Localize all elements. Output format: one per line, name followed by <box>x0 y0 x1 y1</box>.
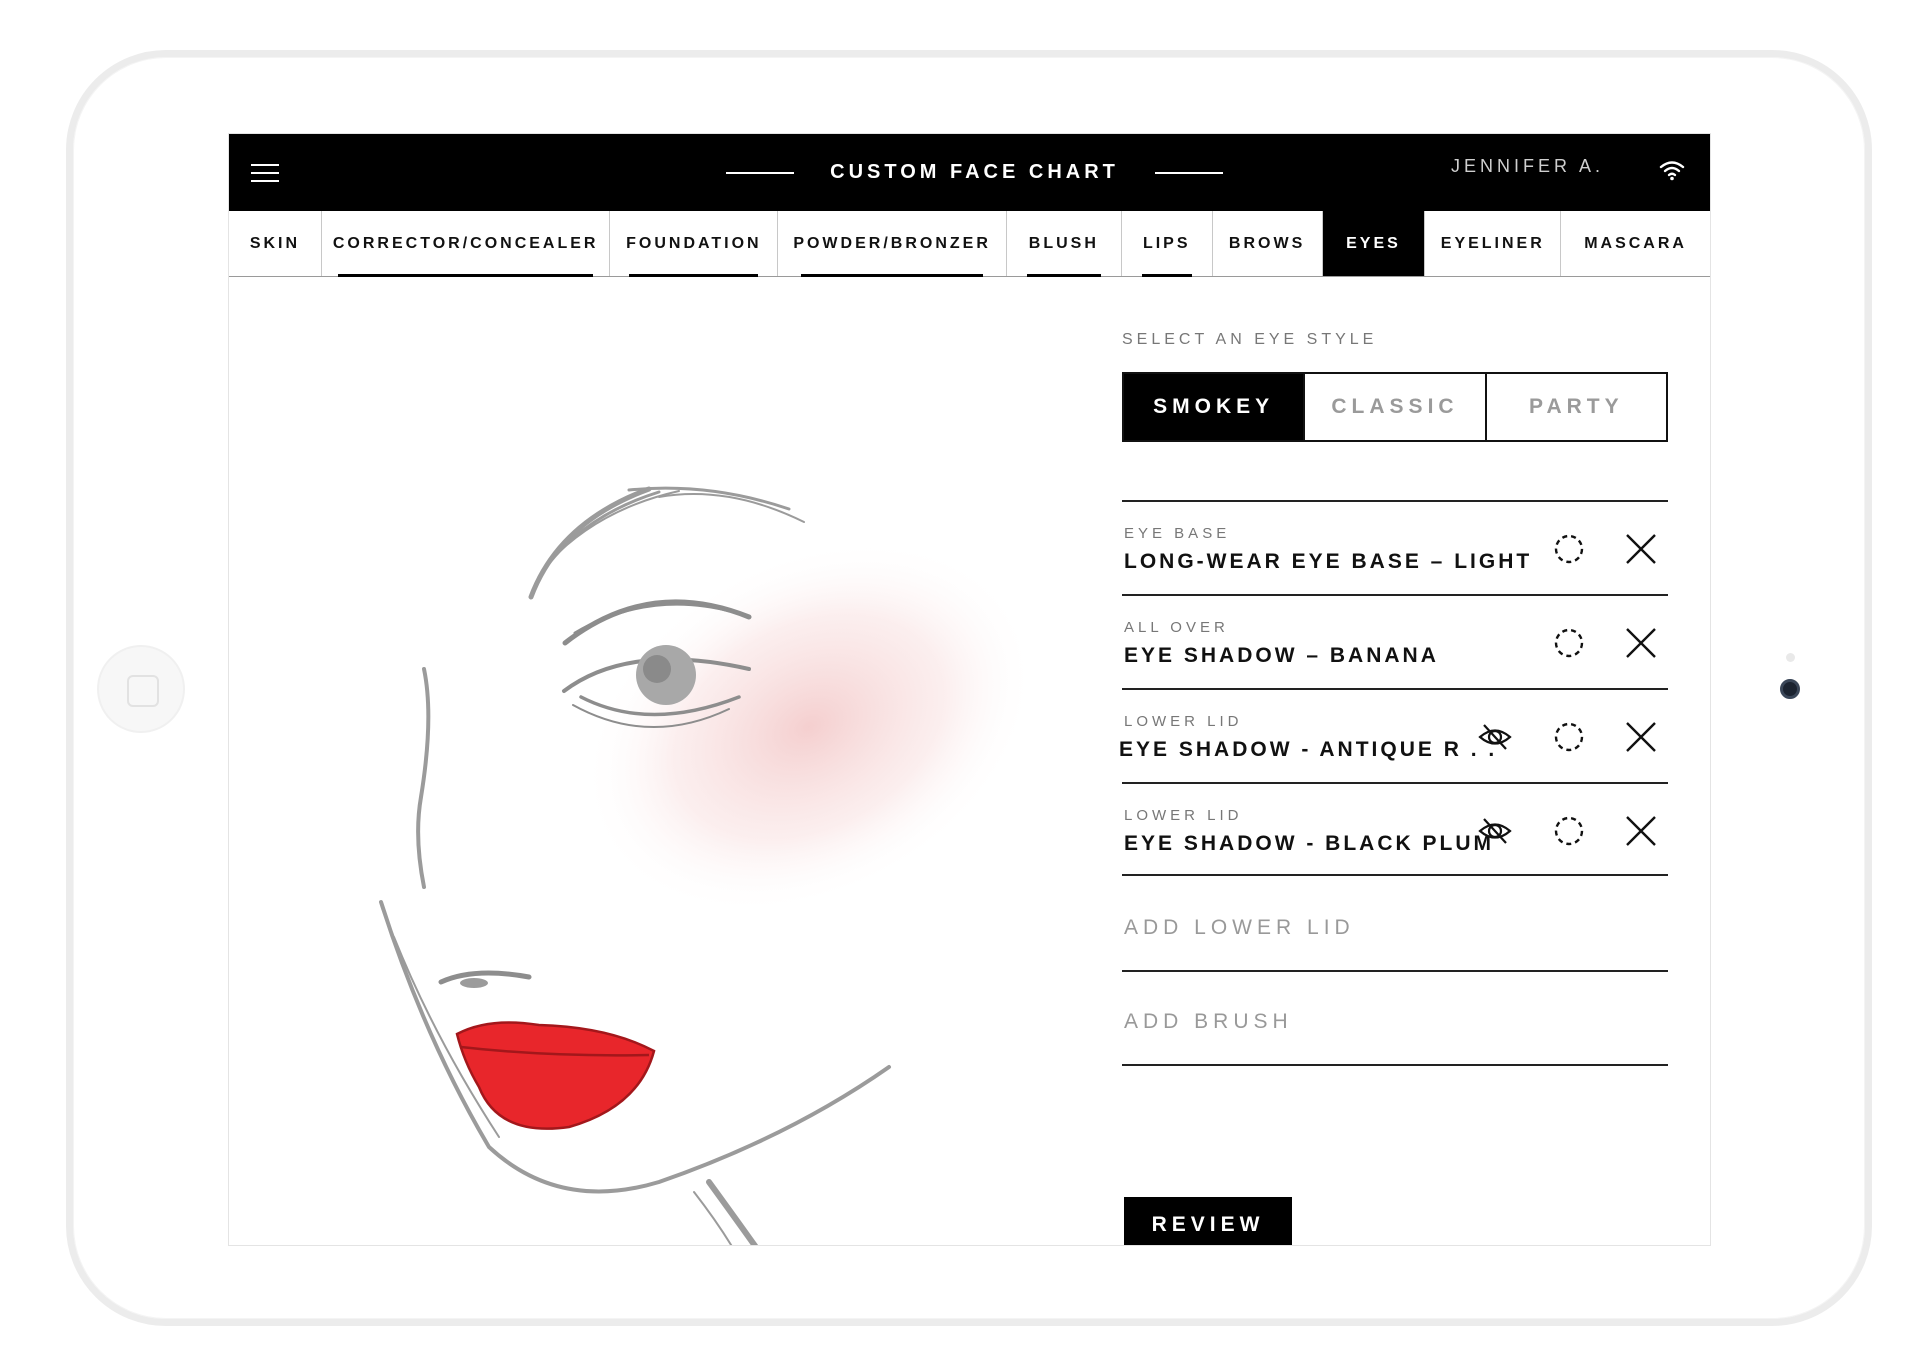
eye-style-label: SELECT AN EYE STYLE <box>1122 331 1378 348</box>
tab-lips[interactable]: LIPS <box>1122 211 1213 277</box>
face-chart <box>379 486 1036 1245</box>
top-bar: CUSTOM FACE CHART JENNIFER A. <box>229 134 1710 211</box>
add-brush-label: ADD BRUSH <box>1124 1010 1293 1033</box>
pupil <box>643 655 671 683</box>
product-category: LOWER LID <box>1124 713 1243 730</box>
light-sensor <box>1786 653 1795 662</box>
product-name: LONG-WEAR EYE BASE – LIGHT <box>1124 550 1533 573</box>
list-item[interactable]: LOWER LID EYE SHADOW - ANTIQUE R . . <box>1119 688 1668 782</box>
tab-mascara[interactable]: MASCARA <box>1561 211 1710 276</box>
hamburger-menu-icon[interactable] <box>251 164 279 184</box>
review-button[interactable]: REVIEW <box>1124 1197 1292 1245</box>
add-lower-lid-button[interactable]: ADD LOWER LID <box>1122 878 1668 972</box>
list-item[interactable]: LOWER LID EYE SHADOW - BLACK PLUM <box>1122 782 1668 876</box>
tab-brows[interactable]: BROWS <box>1213 211 1323 276</box>
camera <box>1780 679 1800 699</box>
app-screen: CUSTOM FACE CHART JENNIFER A. SKIN CORRE… <box>228 133 1711 1246</box>
list-item[interactable]: EYE BASE LONG-WEAR EYE BASE – LIGHT <box>1122 500 1668 594</box>
tab-underline <box>1141 274 1192 277</box>
title-rule-left <box>726 171 795 174</box>
swap-product-icon[interactable] <box>1552 814 1586 848</box>
lips <box>455 1021 656 1130</box>
tab-blush[interactable]: BLUSH <box>1007 211 1122 277</box>
page-title: CUSTOM FACE CHART <box>830 161 1119 183</box>
tab-foundation[interactable]: FOUNDATION <box>610 211 779 277</box>
product-category: EYE BASE <box>1124 525 1231 542</box>
visibility-off-icon[interactable] <box>1478 720 1512 754</box>
product-name: EYE SHADOW – BANANA <box>1124 644 1439 667</box>
swap-product-icon[interactable] <box>1552 532 1586 566</box>
remove-icon[interactable] <box>1624 532 1658 566</box>
category-tabs: SKIN CORRECTOR/CONCEALER FOUNDATION POWD… <box>229 211 1710 277</box>
product-category: LOWER LID <box>1124 807 1243 824</box>
list-item[interactable]: ALL OVER EYE SHADOW – BANANA <box>1122 594 1668 688</box>
product-list: EYE BASE LONG-WEAR EYE BASE – LIGHT ALL … <box>1119 500 1668 876</box>
wifi-icon <box>1659 161 1685 181</box>
tab-powder-bronzer[interactable]: POWDER/BRONZER <box>778 211 1007 277</box>
swap-product-icon[interactable] <box>1552 720 1586 754</box>
title-group: CUSTOM FACE CHART <box>726 134 1223 211</box>
tab-skin[interactable]: SKIN <box>229 211 322 276</box>
blush-area <box>582 539 1036 915</box>
product-name: EYE SHADOW - BLACK PLUM <box>1124 832 1494 855</box>
nostril <box>460 978 488 988</box>
visibility-off-icon[interactable] <box>1478 814 1512 848</box>
add-brush-button[interactable]: ADD BRUSH <box>1122 972 1668 1066</box>
product-name: EYE SHADOW - ANTIQUE R . . <box>1119 738 1498 761</box>
user-name[interactable]: JENNIFER A. <box>1451 156 1604 177</box>
product-category: ALL OVER <box>1124 619 1229 636</box>
style-smokey-button[interactable]: SMOKEY <box>1124 374 1306 440</box>
tab-eyeliner[interactable]: EYELINER <box>1425 211 1562 276</box>
remove-icon[interactable] <box>1624 626 1658 660</box>
home-button[interactable] <box>97 645 185 733</box>
add-lower-lid-label: ADD LOWER LID <box>1124 916 1355 939</box>
style-classic-button[interactable]: CLASSIC <box>1305 374 1487 440</box>
remove-icon[interactable] <box>1624 814 1658 848</box>
swap-product-icon[interactable] <box>1552 626 1586 660</box>
title-rule-right <box>1154 171 1223 174</box>
eye-style-selector: SMOKEY CLASSIC PARTY <box>1122 372 1668 442</box>
tab-corrector-concealer[interactable]: CORRECTOR/CONCEALER <box>322 211 611 277</box>
tab-eyes[interactable]: EYES <box>1322 211 1426 276</box>
remove-icon[interactable] <box>1624 720 1658 754</box>
style-party-button[interactable]: PARTY <box>1486 374 1666 440</box>
